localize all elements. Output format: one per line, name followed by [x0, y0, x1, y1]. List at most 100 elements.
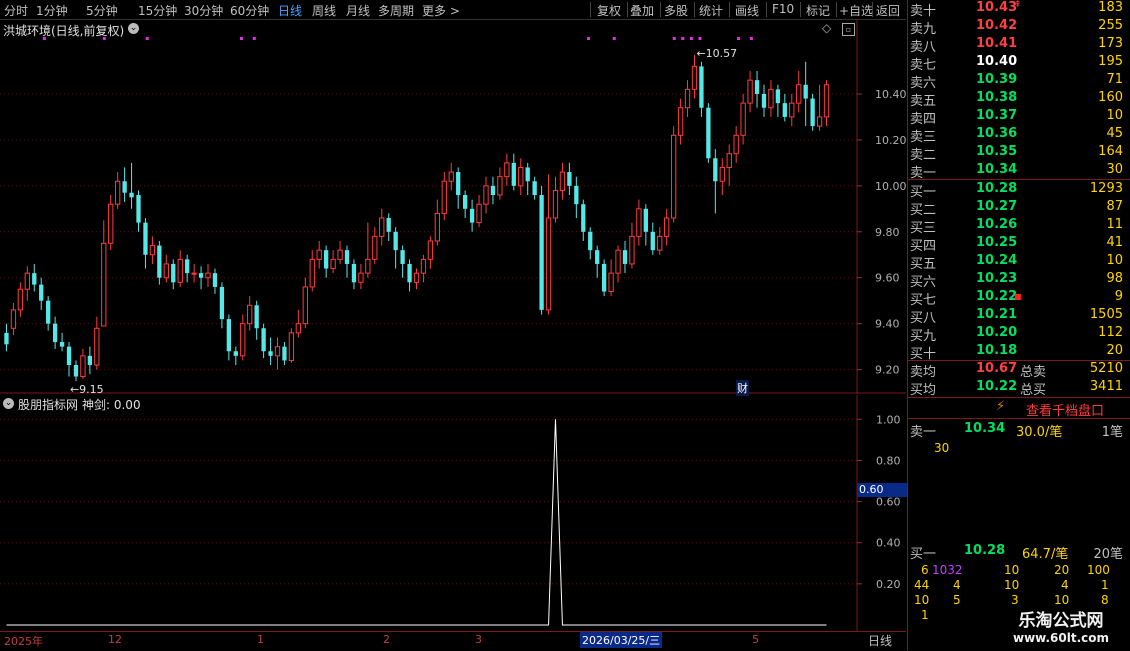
bid-level-row[interactable]: 买四 10.25 41 [908, 235, 1130, 254]
level-label: 买一 [910, 185, 937, 200]
candle [233, 346, 238, 366]
ask-level-row[interactable]: 卖二 10.35 164 [908, 144, 1130, 163]
candle [344, 245, 350, 278]
bid-level-row[interactable]: 买一 10.28 1293 [908, 181, 1130, 200]
overlay-button[interactable]: 叠加 [630, 2, 654, 19]
ask-level-row[interactable]: 卖三 10.36 45 [908, 126, 1130, 145]
price-axis-label: 10.40 [875, 88, 906, 101]
candle [24, 266, 30, 301]
candle [39, 277, 44, 310]
chevron-down-icon[interactable]: ⌄ [128, 23, 139, 34]
bid-level-row[interactable]: 买二 10.27 87 [908, 199, 1130, 218]
draw-line-button[interactable]: 画线 [735, 2, 759, 19]
ask-level-row[interactable]: 卖八 10.41 173 [908, 36, 1130, 55]
candle [796, 70, 802, 113]
signal-dot [689, 37, 693, 40]
candle [32, 263, 37, 292]
ask-level-row[interactable]: 卖六 10.39 71 [908, 72, 1130, 91]
period-label[interactable]: 日线 [868, 632, 892, 649]
buy-order-volume: 1 [921, 608, 929, 622]
candle [171, 259, 176, 290]
bid-level-row[interactable]: 买十 10.18 20 [908, 343, 1130, 362]
candle [351, 259, 357, 290]
bid-level-row[interactable]: 买九 10.20 112 [908, 325, 1130, 344]
sell1-order: 30 [934, 441, 950, 455]
level-label: 买三 [910, 221, 937, 236]
bid-level-row[interactable]: 买八 10.21 1505 [908, 307, 1130, 326]
indicator-axis-label: 1.00 [876, 413, 901, 426]
finance-marker[interactable]: 财 [736, 380, 749, 396]
indicator-chart[interactable]: 1.00 0.80 0.60 0.40 0.20 [0, 395, 906, 631]
level-volume: 173 [1098, 36, 1123, 51]
candle [295, 309, 302, 338]
qianpan-button[interactable]: 查看千档盘口 [1026, 400, 1104, 419]
candle [691, 54, 698, 99]
bid-level-row[interactable]: 买七 10.22 9 ■ [908, 289, 1130, 308]
candle [365, 222, 371, 278]
back-button[interactable]: 返回 [876, 2, 900, 19]
ask-level-row[interactable]: 卖七 10.40 195 [908, 54, 1130, 73]
buy-order-volume: 1 [1101, 578, 1109, 592]
level-price: 10.39 [976, 72, 1018, 87]
indicator-pane[interactable]: 1.00 0.80 0.60 0.40 0.20 ⌄ 股朋指标网 神剑: 0.00 0.… [0, 395, 907, 631]
level-volume: 11 [1106, 217, 1123, 232]
mark-button[interactable]: 标记 [806, 2, 830, 19]
multi-stock-button[interactable]: 多股 [664, 2, 688, 19]
buy-order-volume: 20 [1054, 563, 1070, 577]
tab-30min[interactable]: 30分钟 [184, 2, 223, 19]
candle [595, 245, 600, 278]
up-arrow-icon: ⇞ [1014, 0, 1022, 10]
candle [372, 227, 378, 264]
candle [699, 61, 704, 117]
level-label: 卖六 [910, 76, 937, 91]
tab-daily[interactable]: 日线 [278, 2, 302, 19]
level-volume: 195 [1098, 54, 1123, 69]
signal-dot [681, 37, 685, 40]
ask-level-row[interactable]: 卖十 10.43 183 ⇞ [908, 0, 1130, 19]
diamond-icon[interactable]: ◇ [822, 21, 831, 35]
add-watchlist-button[interactable]: +自选 [839, 2, 873, 19]
candle [115, 172, 121, 209]
level-price: 10.38 [976, 90, 1018, 105]
candle [574, 176, 579, 218]
tab-15min[interactable]: 15分钟 [138, 2, 177, 19]
price-axis-label: 9.60 [875, 272, 900, 285]
kline-chart[interactable]: 10.40 10.20 10.00 9.80 9.60 9.40 9.20 ←10.57 ←9.… [0, 20, 906, 394]
fuquan-button[interactable]: 复权 [597, 2, 621, 19]
signal-dot [252, 37, 256, 40]
ask-level-row[interactable]: 卖一 10.34 30 [908, 162, 1130, 181]
statistics-button[interactable]: 统计 [699, 2, 723, 19]
ask-level-row[interactable]: 卖四 10.37 10 [908, 108, 1130, 127]
chevron-down-icon[interactable]: ⌄ [3, 398, 14, 409]
tab-more[interactable]: 更多 > [422, 2, 460, 19]
level-volume: 183 [1098, 0, 1123, 15]
kline-pane[interactable]: 10.40 10.20 10.00 9.80 9.60 9.40 9.20 ←10.57 ←9.… [0, 20, 906, 396]
tab-multi-period[interactable]: 多周期 [378, 2, 414, 19]
ask-level-row[interactable]: 卖九 10.42 255 [908, 18, 1130, 37]
candle [545, 174, 552, 315]
f10-button[interactable]: F10 [772, 2, 794, 16]
tab-5min[interactable]: 5分钟 [86, 2, 118, 19]
tab-fenshi[interactable]: 分时 [4, 2, 28, 19]
bid-level-row[interactable]: 买三 10.26 11 [908, 217, 1130, 236]
candle [226, 314, 232, 361]
level-volume: 87 [1106, 199, 1123, 214]
tab-weekly[interactable]: 周线 [312, 2, 336, 19]
high-marker: ←10.57 [696, 47, 737, 60]
buy-order-volume: 10 [1004, 563, 1020, 577]
price-axis-label: 10.00 [875, 180, 906, 193]
candle [386, 213, 391, 241]
tab-1min[interactable]: 1分钟 [36, 2, 68, 19]
candle [73, 360, 79, 382]
buy-order-volume: 44 [914, 578, 930, 592]
candle [46, 296, 51, 331]
candle [122, 167, 127, 202]
tab-60min[interactable]: 60分钟 [230, 2, 269, 19]
restore-icon[interactable]: ▫ [842, 23, 855, 36]
tab-monthly[interactable]: 月线 [346, 2, 370, 19]
ask-level-row[interactable]: 卖五 10.38 160 [908, 90, 1130, 109]
bid-level-row[interactable]: 买六 10.23 98 [908, 271, 1130, 290]
candle [532, 176, 537, 200]
candle [282, 342, 287, 366]
bid-level-row[interactable]: 买五 10.24 10 [908, 253, 1130, 272]
